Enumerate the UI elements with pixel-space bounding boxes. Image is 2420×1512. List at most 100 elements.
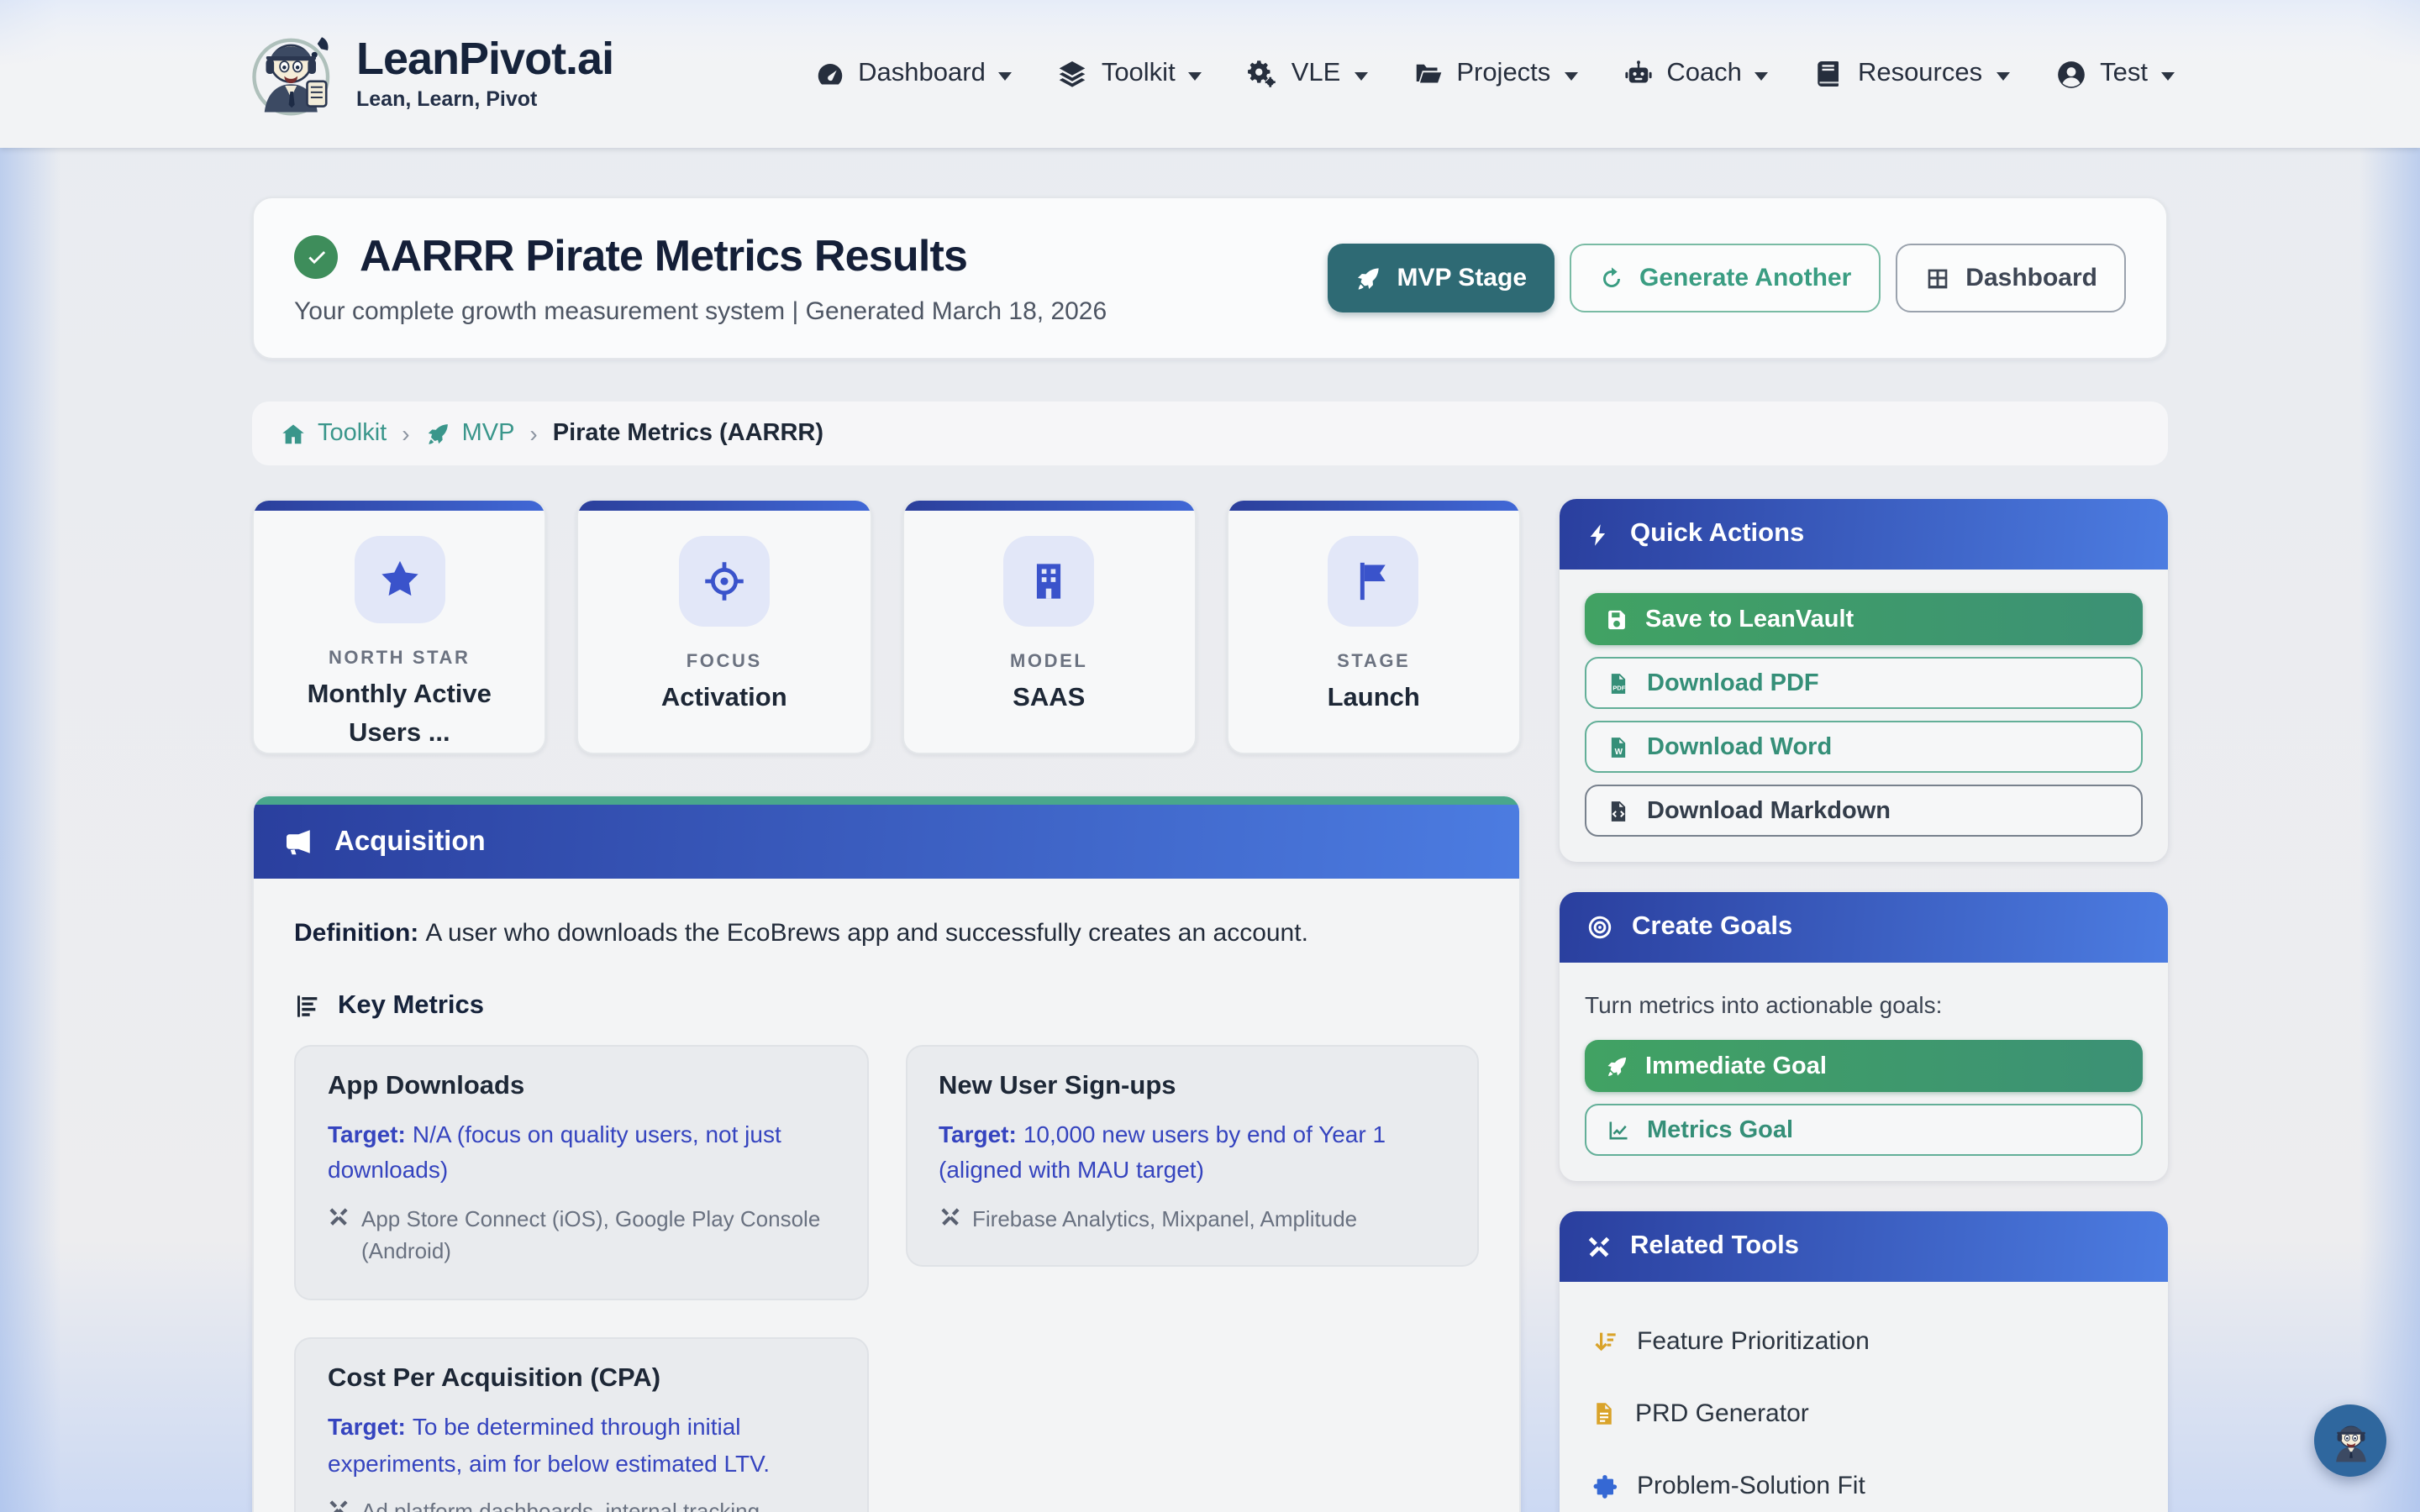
breadcrumb-label: MVP bbox=[462, 420, 515, 447]
metric-card-app-downloads: App Downloads Target:N/A (focus on quali… bbox=[294, 1044, 868, 1300]
file-code-icon bbox=[1607, 799, 1630, 822]
breadcrumb: Toolkit › MVP › Pirate Metrics (AARRR) bbox=[252, 402, 2168, 465]
breadcrumb-toolkit[interactable]: Toolkit bbox=[281, 420, 387, 447]
grid-icon bbox=[1923, 265, 1950, 291]
stat-card-focus: FOCUS Activation bbox=[577, 499, 872, 754]
stat-accent-bar bbox=[1228, 501, 1520, 511]
metric-card-cpa: Cost Per Acquisition (CPA) Target:To be … bbox=[294, 1337, 868, 1512]
mvp-stage-label: MVP Stage bbox=[1397, 264, 1528, 292]
tools-icon bbox=[1586, 1234, 1612, 1259]
page-title: AARRR Pirate Metrics Results bbox=[360, 230, 967, 282]
stat-label: NORTH STAR bbox=[329, 648, 471, 669]
tools-icon bbox=[328, 1206, 350, 1268]
layers-icon bbox=[1058, 59, 1088, 89]
sort-amount-down-icon bbox=[1591, 1328, 1618, 1355]
download-markdown-button[interactable]: Download Markdown bbox=[1585, 785, 2143, 837]
nav-label: Test bbox=[2100, 59, 2148, 89]
stat-accent-bar bbox=[903, 501, 1195, 511]
stat-label: MODEL bbox=[1010, 652, 1087, 672]
immediate-goal-button[interactable]: Immediate Goal bbox=[1585, 1040, 2143, 1092]
related-tool-prd-generator[interactable]: PRD Generator bbox=[1585, 1378, 2143, 1450]
page-subtitle: Your complete growth measurement system … bbox=[294, 297, 1328, 326]
nav-item-resources[interactable]: Resources bbox=[1814, 59, 2009, 89]
definition-label: Definition: bbox=[294, 919, 418, 948]
stat-card-stage: STAGE Launch bbox=[1227, 499, 1522, 754]
quick-actions-header: Quick Actions bbox=[1560, 499, 2168, 570]
nav-item-user[interactable]: Test bbox=[2054, 58, 2175, 90]
acquisition-section-header: Acquisition bbox=[254, 805, 1519, 879]
breadcrumb-label: Toolkit bbox=[318, 420, 387, 447]
section-accent-bar bbox=[254, 796, 1519, 805]
lightning-icon bbox=[1586, 522, 1612, 547]
metric-target: Target:To be determined through initial … bbox=[328, 1410, 834, 1483]
chevron-down-icon bbox=[1354, 71, 1367, 80]
page-header-card: AARRR Pirate Metrics Results Your comple… bbox=[252, 197, 2168, 360]
nav-item-projects[interactable]: Projects bbox=[1413, 59, 1577, 89]
stat-value: SAAS bbox=[1013, 680, 1085, 718]
file-pdf-icon: PDF bbox=[1607, 671, 1630, 695]
nav-item-coach[interactable]: Coach bbox=[1623, 59, 1769, 89]
download-word-button[interactable]: W Download Word bbox=[1585, 721, 2143, 773]
brand-logo[interactable]: LeanPivot.ai Lean, Learn, Pivot bbox=[245, 27, 613, 121]
stat-label: FOCUS bbox=[687, 652, 762, 672]
stat-accent-bar bbox=[579, 501, 871, 511]
nav-item-dashboard[interactable]: Dashboard bbox=[814, 59, 1013, 89]
file-lines-icon bbox=[1591, 1401, 1617, 1426]
stat-accent-bar bbox=[254, 501, 545, 511]
star-icon bbox=[354, 536, 445, 624]
breadcrumb-current: Pirate Metrics (AARRR) bbox=[553, 420, 823, 447]
file-word-icon: W bbox=[1607, 735, 1630, 759]
nav-item-vle[interactable]: VLE bbox=[1248, 59, 1368, 89]
metric-target: Target:N/A (focus on quality users, not … bbox=[328, 1116, 834, 1189]
stat-card-north-star: NORTH STAR Monthly Active Users ... bbox=[252, 499, 547, 754]
mvp-stage-button[interactable]: MVP Stage bbox=[1328, 244, 1555, 312]
metric-name: Cost Per Acquisition (CPA) bbox=[328, 1364, 834, 1394]
chevron-down-icon bbox=[1564, 71, 1577, 80]
dashboard-button-label: Dashboard bbox=[1965, 264, 2097, 292]
related-tool-problem-solution-fit[interactable]: Problem-Solution Fit bbox=[1585, 1450, 2143, 1512]
create-goals-intro: Turn metrics into actionable goals: bbox=[1585, 991, 2143, 1018]
gauge-icon bbox=[814, 59, 844, 89]
breadcrumb-mvp[interactable]: MVP bbox=[425, 420, 515, 447]
key-metrics-heading: Key Metrics bbox=[294, 990, 1479, 1021]
rocket-icon bbox=[1355, 265, 1382, 291]
chevron-down-icon bbox=[1755, 71, 1769, 80]
svg-text:PDF: PDF bbox=[1612, 684, 1626, 691]
puzzle-icon bbox=[1591, 1473, 1618, 1499]
navbar: LeanPivot.ai Lean, Learn, Pivot Dashboar… bbox=[0, 0, 2420, 148]
nav-label: Coach bbox=[1666, 59, 1742, 89]
nav-label: Toolkit bbox=[1102, 59, 1176, 89]
rocket-icon bbox=[1605, 1054, 1628, 1078]
rocket-icon bbox=[425, 421, 450, 446]
stat-value: Activation bbox=[661, 680, 787, 718]
mascot-logo-icon bbox=[245, 27, 339, 121]
stat-card-model: MODEL SAAS bbox=[902, 499, 1197, 754]
nav-menu: Dashboard Toolkit VLE Projects bbox=[814, 58, 2175, 90]
nav-label: VLE bbox=[1292, 59, 1341, 89]
page: LeanPivot.ai Lean, Learn, Pivot Dashboar… bbox=[0, 0, 2420, 1512]
save-to-leanvault-button[interactable]: Save to LeanVault bbox=[1585, 593, 2143, 645]
nav-label: Resources bbox=[1858, 59, 1982, 89]
related-tool-feature-prioritization[interactable]: Feature Prioritization bbox=[1585, 1305, 2143, 1378]
related-tools-header: Related Tools bbox=[1560, 1211, 2168, 1282]
mascot-avatar bbox=[2325, 1415, 2375, 1466]
generate-another-label: Generate Another bbox=[1639, 264, 1851, 292]
robot-icon bbox=[1623, 59, 1653, 89]
nav-item-toolkit[interactable]: Toolkit bbox=[1058, 59, 1202, 89]
quick-actions-panel: Quick Actions Save to LeanVault PDF Down… bbox=[1560, 499, 2168, 862]
definition-text: Definition:A user who downloads the EcoB… bbox=[294, 916, 1479, 953]
metrics-goal-button[interactable]: Metrics Goal bbox=[1585, 1104, 2143, 1156]
chat-assistant-button[interactable] bbox=[2314, 1404, 2386, 1477]
dashboard-button[interactable]: Dashboard bbox=[1895, 244, 2126, 312]
flag-icon bbox=[1328, 536, 1419, 627]
breadcrumb-separator: › bbox=[529, 420, 537, 447]
related-tools-panel: Related Tools Feature Prioritization PRD… bbox=[1560, 1211, 2168, 1512]
metric-name: New User Sign-ups bbox=[939, 1071, 1445, 1101]
check-circle-icon bbox=[294, 234, 338, 278]
tools-icon bbox=[328, 1499, 350, 1512]
stat-value: Launch bbox=[1328, 680, 1420, 718]
generate-another-button[interactable]: Generate Another bbox=[1569, 244, 1880, 312]
book-icon bbox=[1814, 59, 1844, 89]
megaphone-icon bbox=[284, 827, 314, 857]
download-pdf-button[interactable]: PDF Download PDF bbox=[1585, 657, 2143, 709]
